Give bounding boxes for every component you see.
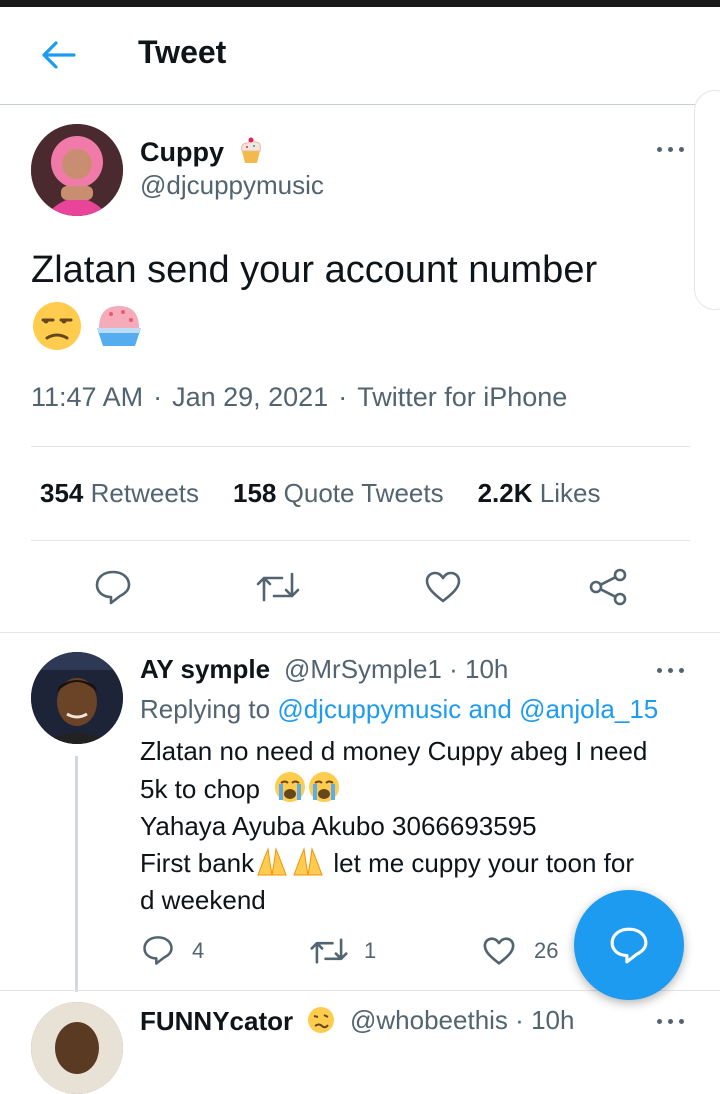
next-reply-author-handle[interactable]: @whobeethis · 10h xyxy=(350,1005,574,1036)
mention-link[interactable]: @anjola_15 xyxy=(519,694,658,724)
like-count: 26 xyxy=(534,938,559,963)
crying-face-icon xyxy=(275,772,306,802)
tweet-emojis xyxy=(31,300,145,357)
author-name[interactable]: Cuppy xyxy=(140,135,266,168)
tweet-source[interactable]: Twitter for iPhone xyxy=(357,382,567,412)
more-icon[interactable] xyxy=(657,1016,689,1026)
compose-reply-button[interactable] xyxy=(574,890,684,1000)
likes-stat[interactable]: 2.2K Likes xyxy=(478,478,601,509)
thread-line xyxy=(75,756,78,992)
share-icon[interactable] xyxy=(588,568,628,606)
woozy-face-icon xyxy=(308,1007,335,1033)
author-handle[interactable]: @djcuppymusic xyxy=(140,170,324,201)
divider xyxy=(31,446,690,447)
reply-icon[interactable] xyxy=(94,568,132,606)
more-icon[interactable] xyxy=(657,144,689,154)
tweet-time: 11:47 AM xyxy=(31,382,144,412)
retweet-icon[interactable] xyxy=(310,936,348,966)
shaved-ice-icon xyxy=(97,306,142,346)
reply-author-handle[interactable]: @MrSymple1 · 10h xyxy=(284,654,508,685)
unamused-face-icon xyxy=(33,302,81,350)
like-icon[interactable] xyxy=(424,570,462,604)
cupcake-icon xyxy=(240,137,261,163)
back-arrow-icon[interactable] xyxy=(40,39,76,71)
reply-author-name[interactable]: AY symple xyxy=(140,654,270,685)
more-icon[interactable] xyxy=(657,665,689,675)
like-icon[interactable] xyxy=(482,936,516,966)
status-bar xyxy=(0,0,720,7)
avatar[interactable] xyxy=(31,652,123,744)
header: Tweet xyxy=(0,7,720,105)
replying-to: Replying to @djcuppymusic and @anjola_15 xyxy=(140,694,659,724)
folded-hands-icon xyxy=(257,847,287,876)
reply-count: 4 xyxy=(192,938,205,963)
tweet-date[interactable]: Jan 29, 2021 xyxy=(172,382,328,412)
mention-link[interactable]: @djcuppymusic xyxy=(277,694,461,724)
side-panel-edge xyxy=(694,90,720,310)
avatar[interactable] xyxy=(31,124,123,216)
divider xyxy=(31,540,690,541)
next-reply-author-name[interactable]: FUNNYcator xyxy=(140,1005,336,1037)
retweets-stat[interactable]: 354 Retweets xyxy=(40,478,199,509)
retweet-count: 1 xyxy=(364,938,377,963)
folded-hands-icon xyxy=(293,847,323,876)
retweet-icon[interactable] xyxy=(256,570,300,604)
avatar[interactable] xyxy=(31,1002,123,1094)
tweet-text: Zlatan send your account number xyxy=(31,249,598,291)
tweet-meta: 11:47 AM · Jan 29, 2021 · Twitter for iPhone xyxy=(31,382,568,412)
reply-icon[interactable] xyxy=(142,934,174,966)
divider xyxy=(0,632,720,633)
page-title: Tweet xyxy=(138,34,227,70)
compose-reply-icon xyxy=(610,927,648,964)
crying-face-icon xyxy=(309,772,340,802)
quote-tweets-stat[interactable]: 158 Quote Tweets xyxy=(233,478,444,509)
tweet-stats: 354 Retweets 158 Quote Tweets 2.2K Likes xyxy=(40,478,634,509)
